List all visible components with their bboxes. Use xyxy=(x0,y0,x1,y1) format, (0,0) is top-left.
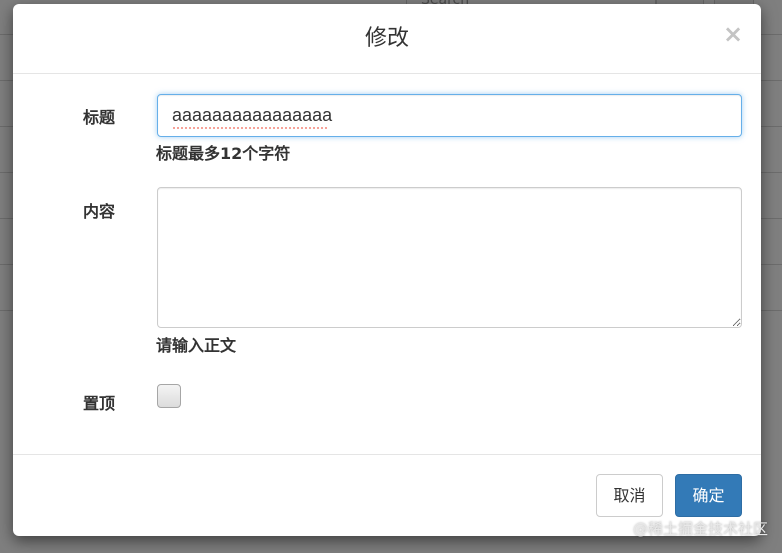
edit-modal: 修改 × 标题 标题最多12个字符 内容 请输入正文 置顶 取消 确定 xyxy=(13,4,761,536)
title-label: 标题 xyxy=(83,108,116,127)
modal-header: 修改 × xyxy=(13,4,761,74)
content-label: 内容 xyxy=(83,202,116,221)
confirm-button[interactable]: 确定 xyxy=(675,474,742,517)
cancel-button[interactable]: 取消 xyxy=(596,474,663,517)
title-help-text: 标题最多12个字符 xyxy=(156,144,291,163)
modal-title: 修改 xyxy=(364,26,409,51)
close-icon[interactable]: × xyxy=(723,22,743,46)
pin-label: 置顶 xyxy=(83,394,116,413)
title-input[interactable] xyxy=(157,94,742,137)
watermark: @稀土掘金技术社区 xyxy=(632,520,768,538)
content-textarea[interactable] xyxy=(157,187,742,328)
spellcheck-underline xyxy=(172,127,327,129)
content-help-text: 请输入正文 xyxy=(156,336,237,355)
pin-checkbox[interactable] xyxy=(157,384,181,408)
